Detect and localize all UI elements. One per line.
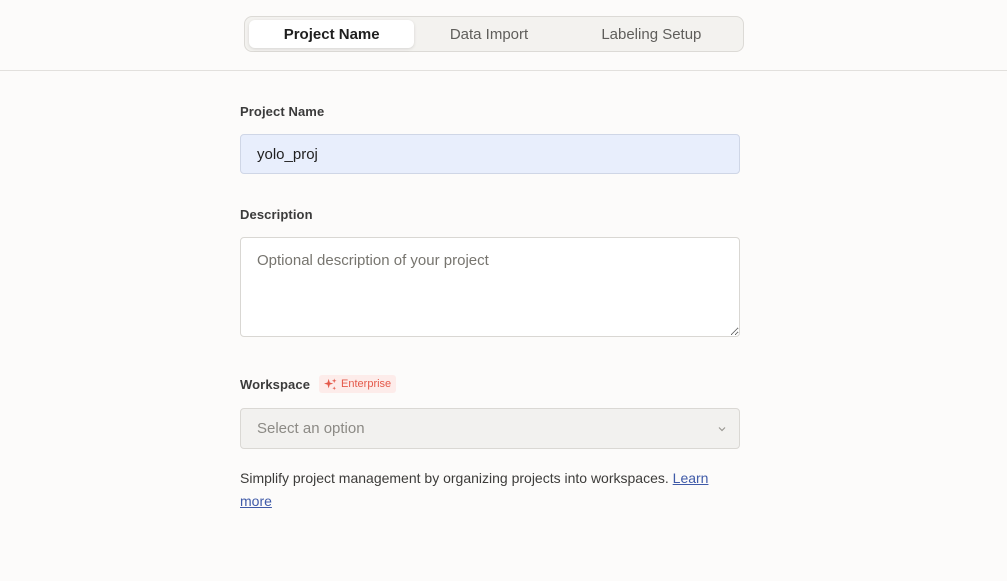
workspace-label: Workspace — [240, 376, 311, 392]
wizard-tabs: Project Name Data Import Labeling Setup — [244, 16, 744, 52]
chevron-down-icon — [718, 426, 726, 431]
project-name-input[interactable] — [240, 134, 740, 174]
project-name-label: Project Name — [240, 104, 325, 119]
workspace-select-placeholder: Select an option — [257, 420, 365, 437]
workspace-label-row: Workspace Enterprise — [240, 375, 740, 393]
tab-project-name[interactable]: Project Name — [249, 20, 415, 48]
tab-labeling-setup[interactable]: Labeling Setup — [564, 20, 739, 48]
enterprise-badge-label: Enterprise — [341, 378, 392, 390]
description-label: Description — [240, 207, 313, 222]
workspace-help-text: Simplify project management by organizin… — [240, 467, 740, 513]
workspace-select[interactable]: Select an option — [240, 408, 740, 449]
sparkle-icon — [324, 377, 337, 390]
description-textarea[interactable] — [240, 237, 740, 337]
project-form: Project Name Description Workspace Enter… — [240, 104, 740, 513]
tab-data-import[interactable]: Data Import — [414, 20, 563, 48]
enterprise-badge: Enterprise — [319, 375, 397, 393]
help-text: Simplify project management by organizin… — [240, 470, 673, 486]
top-bar: Project Name Data Import Labeling Setup — [0, 0, 1007, 71]
